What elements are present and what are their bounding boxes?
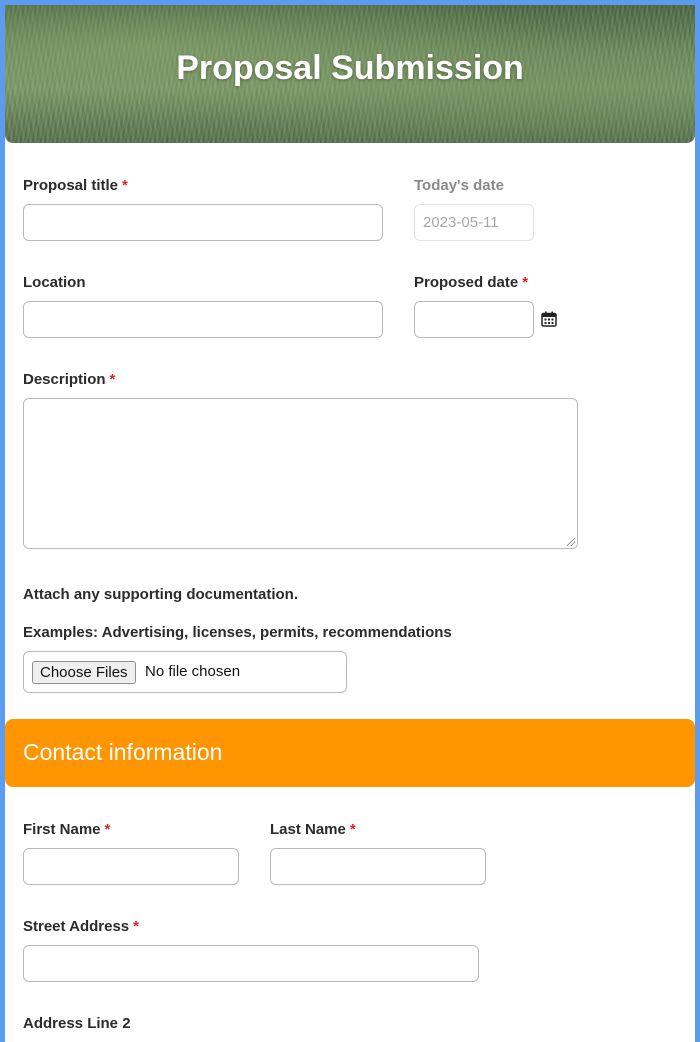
attachments-heading: Attach any supporting documentation. [23, 586, 299, 603]
last-name-input[interactable] [270, 848, 486, 885]
first-name-input[interactable] [23, 848, 239, 885]
description-label-text: Description [23, 371, 106, 388]
proposal-title-label-text: Proposal title [23, 177, 119, 194]
proposed-date-input[interactable] [414, 301, 534, 338]
form-container: Proposal Submission Proposal title * Toda… [5, 5, 695, 1042]
todays-date-field: 2023-05-11 [414, 204, 534, 241]
required-marker: * [122, 177, 128, 194]
contact-section-title: Contact information [23, 739, 223, 765]
contact-section-header: Contact information [5, 719, 695, 787]
choose-files-button[interactable]: Choose Files [32, 661, 136, 684]
location-label: Location [23, 274, 86, 291]
proposal-title-input[interactable] [23, 204, 383, 241]
proposed-date-label: Proposed date * [414, 274, 528, 291]
file-status-text: No file chosen [145, 663, 241, 680]
required-marker: * [109, 371, 116, 388]
first-name-label-text: First Name [23, 821, 101, 838]
required-marker: * [349, 821, 356, 838]
required-marker: * [104, 821, 111, 838]
street-address-label-text: Street Address [23, 918, 130, 935]
street-address-input[interactable] [23, 945, 479, 982]
first-name-label: First Name * [23, 821, 110, 838]
page-title: Proposal Submission [176, 49, 524, 87]
proposed-date-label-text: Proposed date [414, 274, 519, 291]
last-name-label: Last Name * [270, 821, 356, 838]
description-label: Description * [23, 371, 115, 388]
location-input[interactable] [23, 301, 383, 338]
resize-handle-icon[interactable] [567, 538, 575, 546]
last-name-label-text: Last Name [270, 821, 346, 838]
todays-date-label: Today's date [414, 177, 504, 194]
street-address-label: Street Address * [23, 918, 139, 935]
required-marker: * [133, 918, 139, 935]
proposal-title-label: Proposal title * [23, 177, 128, 194]
calendar-icon[interactable] [541, 311, 557, 327]
attachments-examples: Examples: Advertising, licenses, permits… [23, 624, 452, 641]
file-upload-field[interactable]: Choose Files No file chosen [23, 651, 347, 693]
header-banner: Proposal Submission [5, 5, 695, 143]
description-textarea[interactable] [23, 398, 578, 549]
address-line-2-label: Address Line 2 [23, 1015, 131, 1032]
required-marker: * [522, 274, 529, 291]
